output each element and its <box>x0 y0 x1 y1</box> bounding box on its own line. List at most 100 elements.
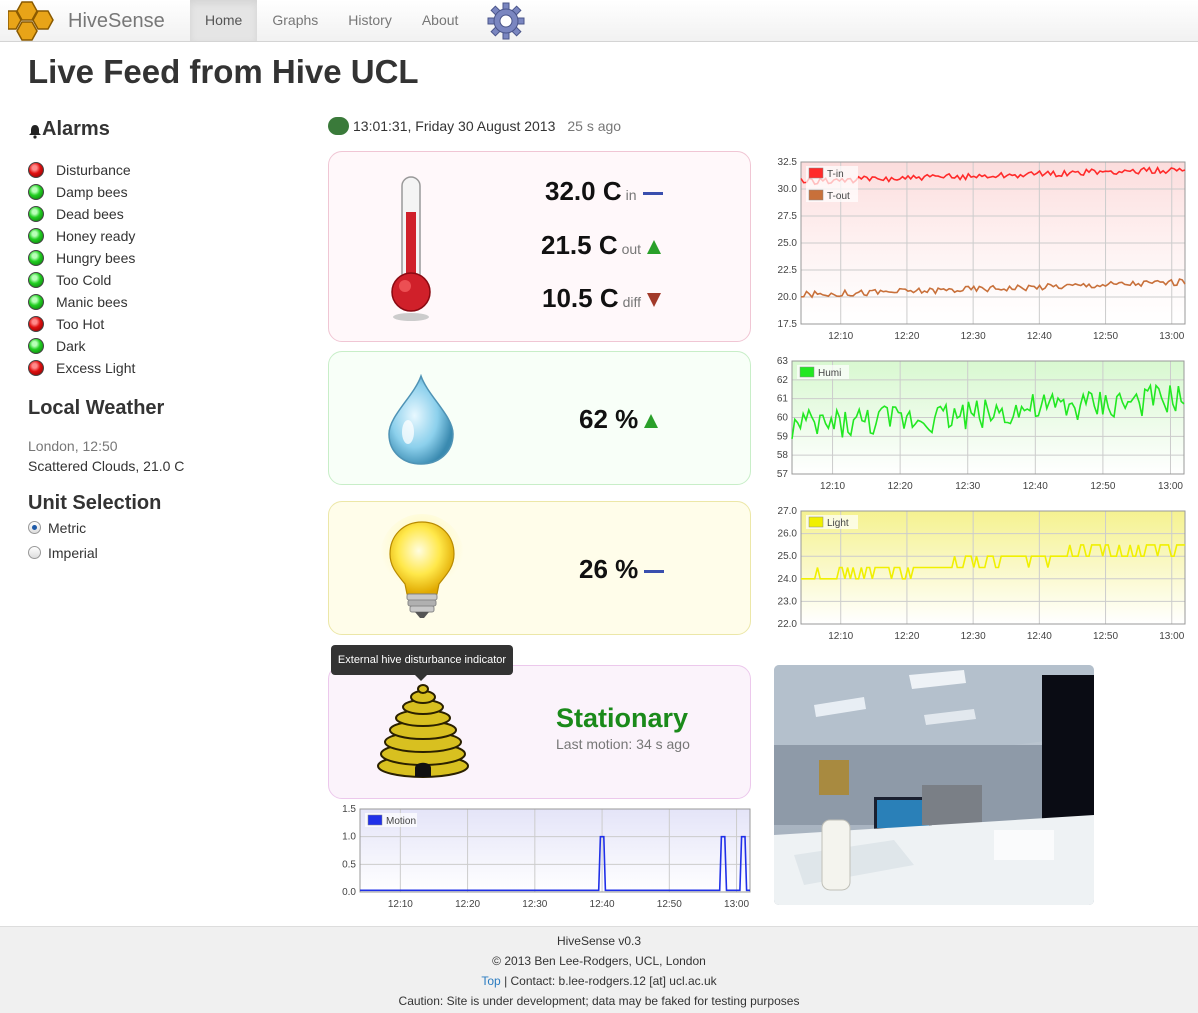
x-tick-label: 12:50 <box>657 899 682 910</box>
temperature-chart-svg: 17.5 20.0 22.5 25.0 27.5 30.0 32.5 12:10 12:20 12… <box>778 157 1186 342</box>
alarms-heading: Alarms <box>28 118 288 141</box>
unit-heading: Unit Selection <box>28 492 162 514</box>
alarm-label: Hungry bees <box>56 250 136 266</box>
light-chart: 22.0 23.0 24.0 25.0 26.0 27.0 12:10 12:20 12:30 1… <box>766 503 1192 651</box>
legend-label: Humi <box>818 368 841 379</box>
trend-down-icon <box>647 293 662 307</box>
sidebar: Alarms Disturbance Damp bees Dead bees Hone… <box>28 118 288 565</box>
temp-diff-label: diff <box>622 294 642 310</box>
page-title: Live Feed from Hive UCL <box>28 53 419 90</box>
y-tick-label: 1.0 <box>342 832 356 843</box>
x-tick-label: 12:20 <box>894 331 919 342</box>
x-tick-label: 12:40 <box>590 899 615 910</box>
y-tick-label: 63 <box>777 356 789 367</box>
alarm-green-led-icon <box>28 338 44 354</box>
trend-up-icon <box>647 240 662 254</box>
weather-conditions: Scattered Clouds, 21.0 C <box>28 458 185 474</box>
motion-last: Last motion: 34 s ago <box>556 736 690 752</box>
nav-about[interactable]: About <box>407 0 474 41</box>
light-bulb-icon <box>380 514 464 618</box>
alarm-item: Excess Light <box>28 357 288 379</box>
y-tick-label: 27.0 <box>778 506 798 517</box>
footer-contact-row: Top | Contact: b.lee-rodgers.12 [at] ucl… <box>0 971 1198 991</box>
trend-flat-icon <box>644 570 665 573</box>
motion-state: Stationary <box>556 703 689 733</box>
motion-chart-svg: 0.0 0.5 1.0 1.5 12:10 12:20 12:30 12:40 12:50 13:… <box>342 804 751 910</box>
alarm-label: Dark <box>56 338 86 354</box>
metric-radio[interactable] <box>28 521 41 534</box>
plot-area <box>801 511 1185 624</box>
y-tick-label: 17.5 <box>778 319 798 330</box>
y-tick-label: 25.0 <box>778 238 798 249</box>
temp-out-reading: 21.5 C out <box>541 230 662 261</box>
x-tick-label: 12:30 <box>522 899 547 910</box>
y-tick-label: 25.0 <box>778 551 798 562</box>
weather-heading: Local Weather <box>28 397 165 419</box>
legend-swatch <box>367 814 383 826</box>
alarm-item: Hungry bees <box>28 247 288 269</box>
legend-swatch <box>808 167 824 179</box>
unit-metric-option[interactable]: Metric <box>28 515 288 540</box>
x-tick-label: 12:10 <box>388 899 413 910</box>
water-drop-icon <box>388 374 454 465</box>
y-tick-label: 60 <box>777 413 789 424</box>
light-card: 26 % <box>328 501 751 635</box>
x-tick-label: 13:00 <box>1158 481 1183 492</box>
alarm-item: Dark <box>28 335 288 357</box>
humidity-chart: 57 58 59 60 61 62 63 12:10 12:20 12:30 12:40 12:50 1… <box>766 353 1192 501</box>
chart-legend: Motion <box>365 813 417 827</box>
alarm-item: Damp bees <box>28 181 288 203</box>
light-reading: 26 % <box>579 554 665 585</box>
alarm-green-led-icon <box>28 184 44 200</box>
legend-label: Motion <box>386 816 416 827</box>
x-tick-label: 13:00 <box>724 899 749 910</box>
y-tick-label: 30.0 <box>778 184 798 195</box>
alarm-label: Excess Light <box>56 360 136 376</box>
alarm-item: Dead bees <box>28 203 288 225</box>
unit-imperial-option[interactable]: Imperial <box>28 540 288 565</box>
gear-icon[interactable] <box>487 2 525 40</box>
brand[interactable]: HiveSense <box>8 0 165 42</box>
trend-flat-icon <box>642 192 663 195</box>
alarm-label: Damp bees <box>56 184 128 200</box>
x-tick-label: 12:50 <box>1093 631 1118 642</box>
light-value: 26 % <box>579 554 639 584</box>
temperature-chart: 17.5 20.0 22.5 25.0 27.5 30.0 32.5 12:10 12:20 12… <box>766 150 1192 350</box>
y-tick-label: 24.0 <box>778 574 798 585</box>
top-link[interactable]: Top <box>481 974 500 988</box>
y-tick-label: 23.0 <box>778 596 798 607</box>
y-tick-label: 0.0 <box>342 887 356 898</box>
y-tick-label: 62 <box>777 375 789 386</box>
alarm-green-led-icon <box>28 294 44 310</box>
temperature-card: 32.0 C in 21.5 C out 10.5 C diff <box>328 151 751 342</box>
y-tick-label: 20.0 <box>778 292 798 303</box>
y-tick-label: 61 <box>777 394 789 405</box>
humidity-chart-svg: 57 58 59 60 61 62 63 12:10 12:20 12:30 12:40 12:50 1… <box>777 356 1185 492</box>
legend-label: T-out <box>827 191 850 202</box>
y-tick-label: 22.0 <box>778 619 798 630</box>
imperial-radio[interactable] <box>28 546 41 559</box>
alarm-red-led-icon <box>28 360 44 376</box>
beehive-icon <box>377 684 469 778</box>
alarm-green-led-icon <box>28 228 44 244</box>
nav-history[interactable]: History <box>333 0 407 41</box>
footer-caution: Caution: Site is under development; data… <box>398 994 800 1008</box>
nav-home[interactable]: Home <box>190 0 258 41</box>
status-indicator <box>328 117 349 135</box>
brand-name: HiveSense <box>68 9 165 32</box>
legend-swatch <box>808 189 824 201</box>
alarm-item: Manic bees <box>28 291 288 313</box>
humidity-reading: 62 % <box>579 404 659 435</box>
alarm-item: Too Cold <box>28 269 288 291</box>
status-time: 13:01:31, Friday 30 August 2013 <box>353 118 556 134</box>
thermometer-icon <box>391 176 431 321</box>
legend-swatch <box>808 516 824 528</box>
nav-graphs[interactable]: Graphs <box>257 0 333 41</box>
y-tick-label: 27.5 <box>778 211 798 222</box>
navbar: HiveSense Home Graphs History About <box>0 0 1198 42</box>
temp-out-value: 21.5 C <box>541 230 618 260</box>
bell-icon <box>29 125 41 139</box>
motion-chart: 0.0 0.5 1.0 1.5 12:10 12:20 12:30 12:40 12:50 13:… <box>330 802 756 918</box>
footer-contact: | Contact: b.lee-rodgers.12 [at] ucl.ac.… <box>504 974 717 988</box>
alarm-label: Too Cold <box>56 272 112 288</box>
